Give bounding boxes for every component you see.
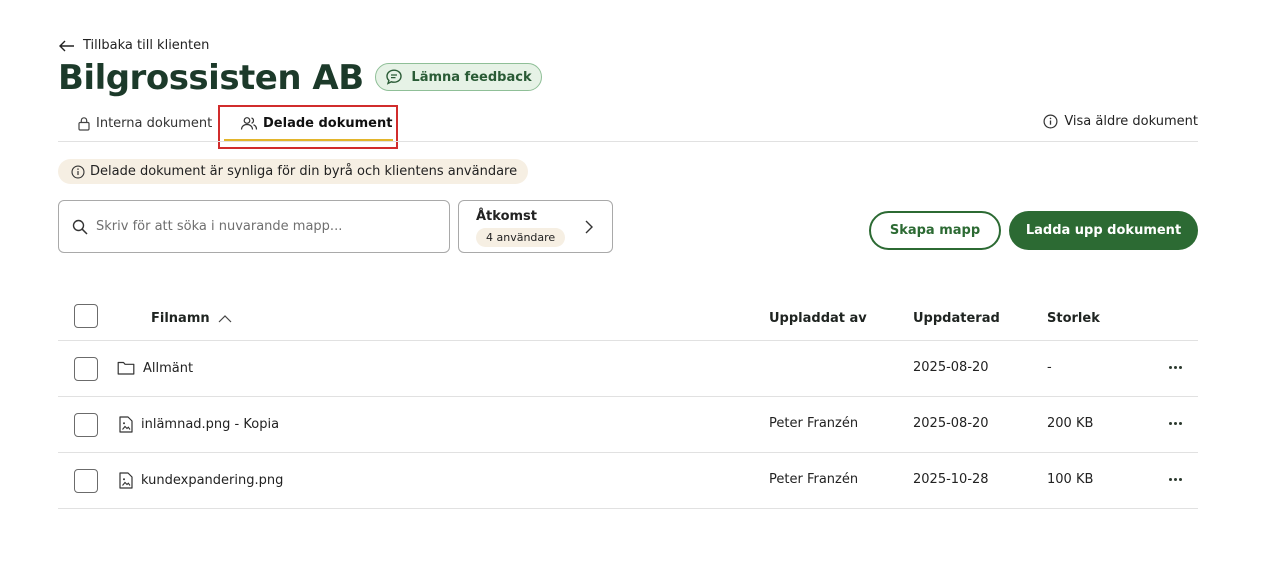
row-checkbox[interactable] [74, 469, 98, 493]
file-size: - [1047, 360, 1052, 375]
file-name: Allmänt [143, 360, 194, 376]
chat-bubble-icon [386, 69, 403, 85]
users-icon [240, 116, 258, 130]
page-title: Bilgrossisten AB [58, 58, 364, 98]
image-file-icon [119, 416, 133, 433]
updated-date: 2025-08-20 [913, 360, 989, 375]
row-checkbox[interactable] [74, 357, 98, 381]
image-file-icon [119, 472, 133, 489]
tabs-divider [58, 141, 1198, 142]
table-row: inlämnad.png - Kopia Peter Franzén 2025-… [58, 397, 1198, 453]
column-label-filename: Filnamn [151, 311, 210, 326]
more-options-icon[interactable] [1166, 358, 1184, 376]
documents-table: Filnamn Uppladdat av Uppdaterad Storlek … [58, 296, 1198, 509]
table-header: Filnamn Uppladdat av Uppdaterad Storlek [58, 296, 1198, 341]
show-older-label: Visa äldre dokument [1064, 114, 1198, 129]
more-options-icon[interactable] [1166, 414, 1184, 432]
create-folder-button[interactable]: Skapa mapp [869, 211, 1001, 250]
sort-ascending-icon [218, 315, 232, 323]
file-name-link[interactable]: kundexpandering.png [117, 472, 283, 489]
row-checkbox[interactable] [74, 413, 98, 437]
table-row: kundexpandering.png Peter Franzén 2025-1… [58, 453, 1198, 509]
file-name: kundexpandering.png [141, 473, 284, 488]
uploaded-by: Peter Franzén [769, 416, 859, 431]
tab-internal-label: Interna dokument [96, 115, 213, 131]
column-header-filename[interactable]: Filnamn [151, 311, 232, 326]
access-title: Åtkomst [476, 209, 538, 224]
back-link[interactable]: Tillbaka till klienten [59, 38, 209, 53]
arrow-left-icon [59, 40, 74, 51]
folder-icon [117, 361, 135, 375]
upload-document-button[interactable]: Ladda upp dokument [1009, 211, 1198, 250]
file-size: 100 KB [1047, 472, 1094, 487]
lock-icon [78, 116, 90, 131]
show-older-documents-link[interactable]: Visa äldre dokument [1043, 114, 1198, 129]
select-all-checkbox[interactable] [74, 304, 98, 328]
more-options-icon[interactable] [1166, 470, 1184, 488]
file-name: inlämnad.png - Kopia [141, 417, 280, 432]
notice-text: Delade dokument är synliga för din byrå … [90, 164, 518, 179]
column-header-updated[interactable]: Uppdaterad [913, 311, 1000, 326]
column-header-uploaded-by[interactable]: Uppladdat av [769, 311, 867, 326]
chevron-right-icon [585, 220, 593, 234]
file-size: 200 KB [1047, 416, 1094, 431]
search-icon [72, 219, 88, 235]
uploaded-by: Peter Franzén [769, 472, 859, 487]
info-icon [1043, 114, 1058, 129]
file-name-link[interactable]: inlämnad.png - Kopia [117, 416, 279, 433]
feedback-label: Lämna feedback [411, 69, 532, 85]
table-row: Allmänt 2025-08-20 - [58, 341, 1198, 397]
updated-date: 2025-08-20 [913, 416, 989, 431]
search-box [58, 200, 450, 253]
info-icon [71, 164, 85, 179]
shared-documents-notice: Delade dokument är synliga för din byrå … [58, 159, 529, 184]
access-button[interactable]: Åtkomst 4 användare [458, 200, 613, 253]
tab-internal-documents[interactable]: Interna dokument [77, 112, 212, 134]
back-link-label: Tillbaka till klienten [83, 38, 210, 53]
file-name-link[interactable]: Allmänt [117, 360, 193, 376]
tab-shared-label: Delade dokument [263, 115, 393, 131]
access-user-count-badge: 4 användare [476, 228, 566, 247]
column-header-size[interactable]: Storlek [1047, 311, 1100, 326]
search-input[interactable] [96, 219, 426, 234]
feedback-button[interactable]: Lämna feedback [375, 63, 542, 91]
updated-date: 2025-10-28 [913, 472, 989, 487]
tab-shared-documents[interactable]: Delade dokument [240, 112, 392, 134]
